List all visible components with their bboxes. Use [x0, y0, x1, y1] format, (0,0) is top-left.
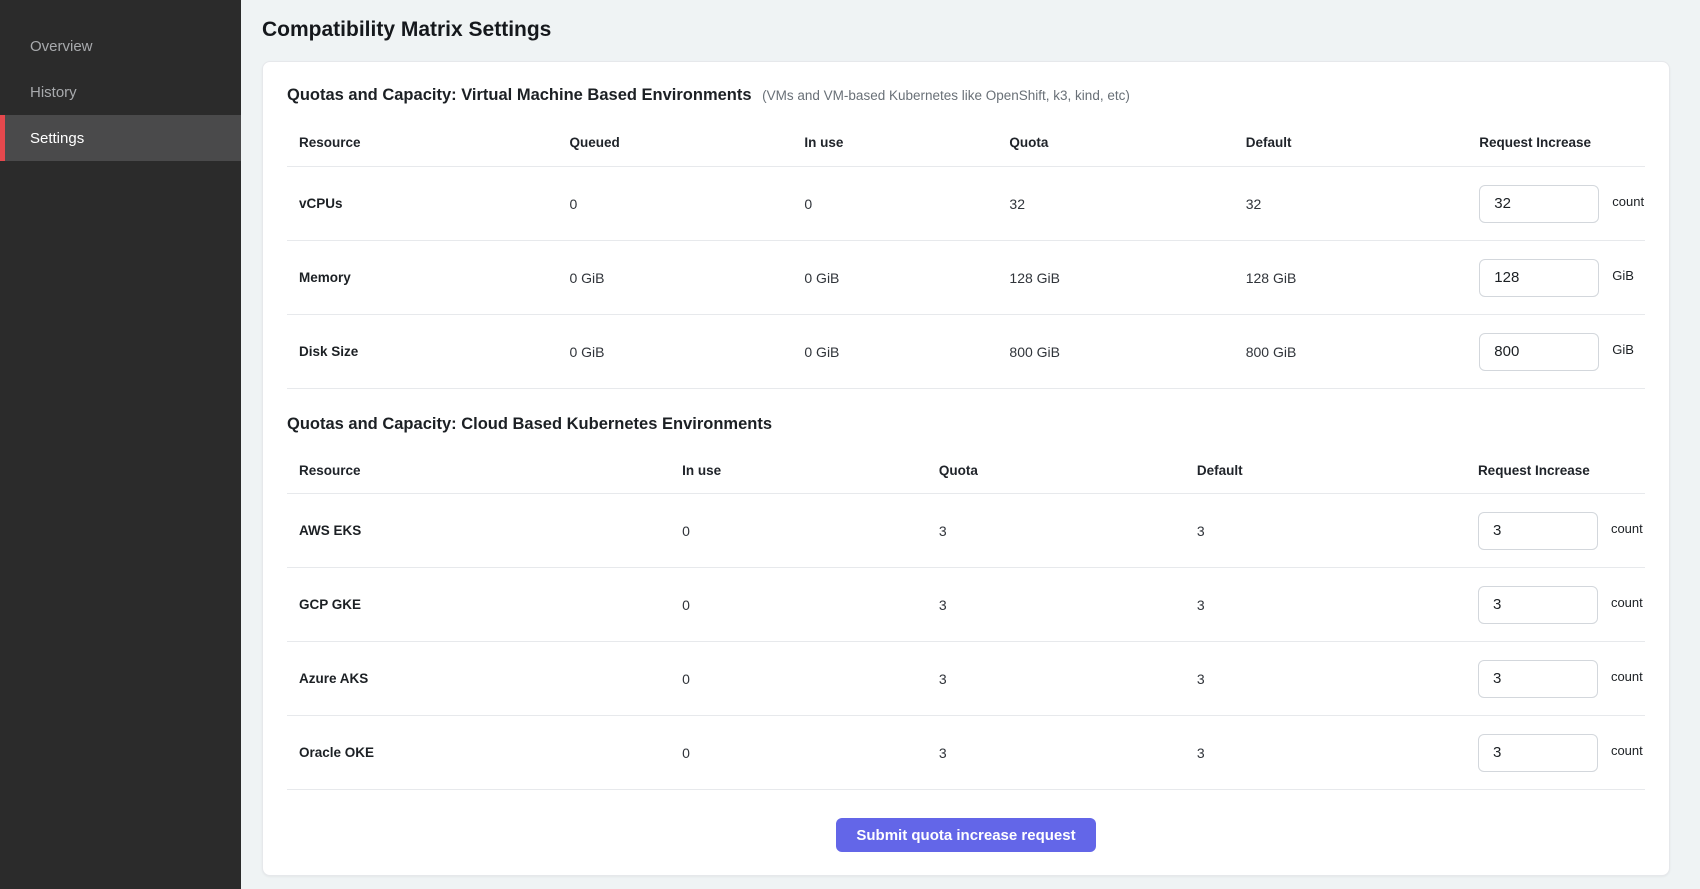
resource-name: vCPUs — [287, 196, 569, 211]
cell-queued: 0 GiB — [569, 270, 804, 286]
cell-in_use: 0 — [804, 196, 1009, 212]
cell-default: 128 GiB — [1246, 270, 1480, 286]
sidebar-item-label: History — [30, 84, 77, 101]
main-content: Compatibility Matrix Settings Quotas and… — [241, 0, 1700, 889]
unit-label: GiB — [1612, 342, 1634, 357]
cell-in_use: 0 — [682, 523, 939, 539]
resource-name: Azure AKS — [287, 671, 682, 686]
cell-default: 3 — [1197, 523, 1478, 539]
unit-label: GiB — [1612, 268, 1634, 283]
cell-quota: 32 — [1009, 196, 1245, 212]
cell-quota: 3 — [939, 745, 1197, 761]
cell-in_use: 0 GiB — [804, 344, 1009, 360]
cell-default: 3 — [1197, 671, 1478, 687]
sidebar-item-label: Overview — [30, 38, 93, 55]
cell-in_use: 0 — [682, 671, 939, 687]
submit-quota-request-button[interactable]: Submit quota increase request — [836, 818, 1095, 852]
unit-label: count — [1611, 669, 1643, 684]
request-increase-cell: count — [1478, 734, 1645, 772]
table-row: AWS EKS033count — [287, 494, 1645, 568]
request-increase-input[interactable] — [1478, 734, 1598, 772]
sidebar-item-history[interactable]: History — [0, 69, 241, 115]
request-increase-input[interactable] — [1479, 259, 1599, 297]
cell-quota: 128 GiB — [1009, 270, 1245, 286]
request-increase-input[interactable] — [1479, 333, 1599, 371]
vm-table: ResourceQueuedIn useQuotaDefaultRequest … — [287, 119, 1645, 389]
table-row: vCPUs003232count — [287, 167, 1645, 241]
unit-label: count — [1611, 595, 1643, 610]
cell-default: 3 — [1197, 597, 1478, 613]
request-increase-input[interactable] — [1478, 660, 1598, 698]
cloud-table: ResourceIn useQuotaDefaultRequest Increa… — [287, 448, 1645, 790]
cell-quota: 800 GiB — [1009, 344, 1245, 360]
cell-quota: 3 — [939, 597, 1197, 613]
sidebar: Overview History Settings — [0, 0, 241, 889]
vm-section-heading: Quotas and Capacity: Virtual Machine Bas… — [287, 86, 1645, 105]
resource-name: GCP GKE — [287, 597, 682, 612]
request-increase-input[interactable] — [1478, 512, 1598, 550]
request-increase-cell: count — [1478, 512, 1645, 550]
table-row: Azure AKS033count — [287, 642, 1645, 716]
column-header: Request Increase — [1479, 135, 1645, 150]
resource-name: AWS EKS — [287, 523, 682, 538]
request-increase-cell: count — [1479, 185, 1645, 223]
vm-table-header: ResourceQueuedIn useQuotaDefaultRequest … — [287, 119, 1645, 167]
cell-quota: 3 — [939, 671, 1197, 687]
request-increase-input[interactable] — [1479, 185, 1599, 223]
unit-label: count — [1612, 194, 1644, 209]
column-header: Default — [1197, 463, 1478, 478]
table-row: GCP GKE033count — [287, 568, 1645, 642]
cell-in_use: 0 GiB — [804, 270, 1009, 286]
vm-section-title: Quotas and Capacity: Virtual Machine Bas… — [287, 86, 752, 104]
column-header: Resource — [287, 135, 569, 150]
request-increase-cell: GiB — [1479, 259, 1645, 297]
cloud-section-title: Quotas and Capacity: Cloud Based Kuberne… — [287, 415, 772, 433]
request-increase-cell: GiB — [1479, 333, 1645, 371]
unit-label: count — [1611, 743, 1643, 758]
request-increase-cell: count — [1478, 586, 1645, 624]
table-row: Disk Size0 GiB0 GiB800 GiB800 GiBGiB — [287, 315, 1645, 389]
page-title: Compatibility Matrix Settings — [262, 18, 1670, 42]
cell-queued: 0 — [569, 196, 804, 212]
column-header: Request Increase — [1478, 463, 1645, 478]
sidebar-item-label: Settings — [30, 130, 84, 147]
submit-button-row: Submit quota increase request — [287, 818, 1645, 852]
vm-section-subtitle: (VMs and VM-based Kubernetes like OpenSh… — [762, 88, 1130, 103]
column-header: Queued — [569, 135, 804, 150]
cell-default: 32 — [1246, 196, 1480, 212]
cell-quota: 3 — [939, 523, 1197, 539]
sidebar-item-overview[interactable]: Overview — [0, 23, 241, 69]
cloud-table-header: ResourceIn useQuotaDefaultRequest Increa… — [287, 448, 1645, 494]
cloud-section-heading: Quotas and Capacity: Cloud Based Kuberne… — [287, 415, 1645, 434]
cell-default: 800 GiB — [1246, 344, 1480, 360]
active-indicator — [0, 115, 5, 161]
request-increase-input[interactable] — [1478, 586, 1598, 624]
cell-in_use: 0 — [682, 597, 939, 613]
column-header: In use — [682, 463, 939, 478]
column-header: Quota — [1009, 135, 1245, 150]
cloud-table-body: AWS EKS033countGCP GKE033countAzure AKS0… — [287, 494, 1645, 790]
column-header: Default — [1246, 135, 1480, 150]
vm-table-body: vCPUs003232countMemory0 GiB0 GiB128 GiB1… — [287, 167, 1645, 389]
resource-name: Memory — [287, 270, 569, 285]
request-increase-cell: count — [1478, 660, 1645, 698]
cell-queued: 0 GiB — [569, 344, 804, 360]
cell-in_use: 0 — [682, 745, 939, 761]
unit-label: count — [1611, 521, 1643, 536]
column-header: Quota — [939, 463, 1197, 478]
column-header: In use — [804, 135, 1009, 150]
sidebar-item-settings[interactable]: Settings — [0, 115, 241, 161]
table-row: Memory0 GiB0 GiB128 GiB128 GiBGiB — [287, 241, 1645, 315]
table-row: Oracle OKE033count — [287, 716, 1645, 790]
cell-default: 3 — [1197, 745, 1478, 761]
resource-name: Disk Size — [287, 344, 569, 359]
settings-card: Quotas and Capacity: Virtual Machine Bas… — [262, 61, 1670, 876]
resource-name: Oracle OKE — [287, 745, 682, 760]
column-header: Resource — [287, 463, 682, 478]
